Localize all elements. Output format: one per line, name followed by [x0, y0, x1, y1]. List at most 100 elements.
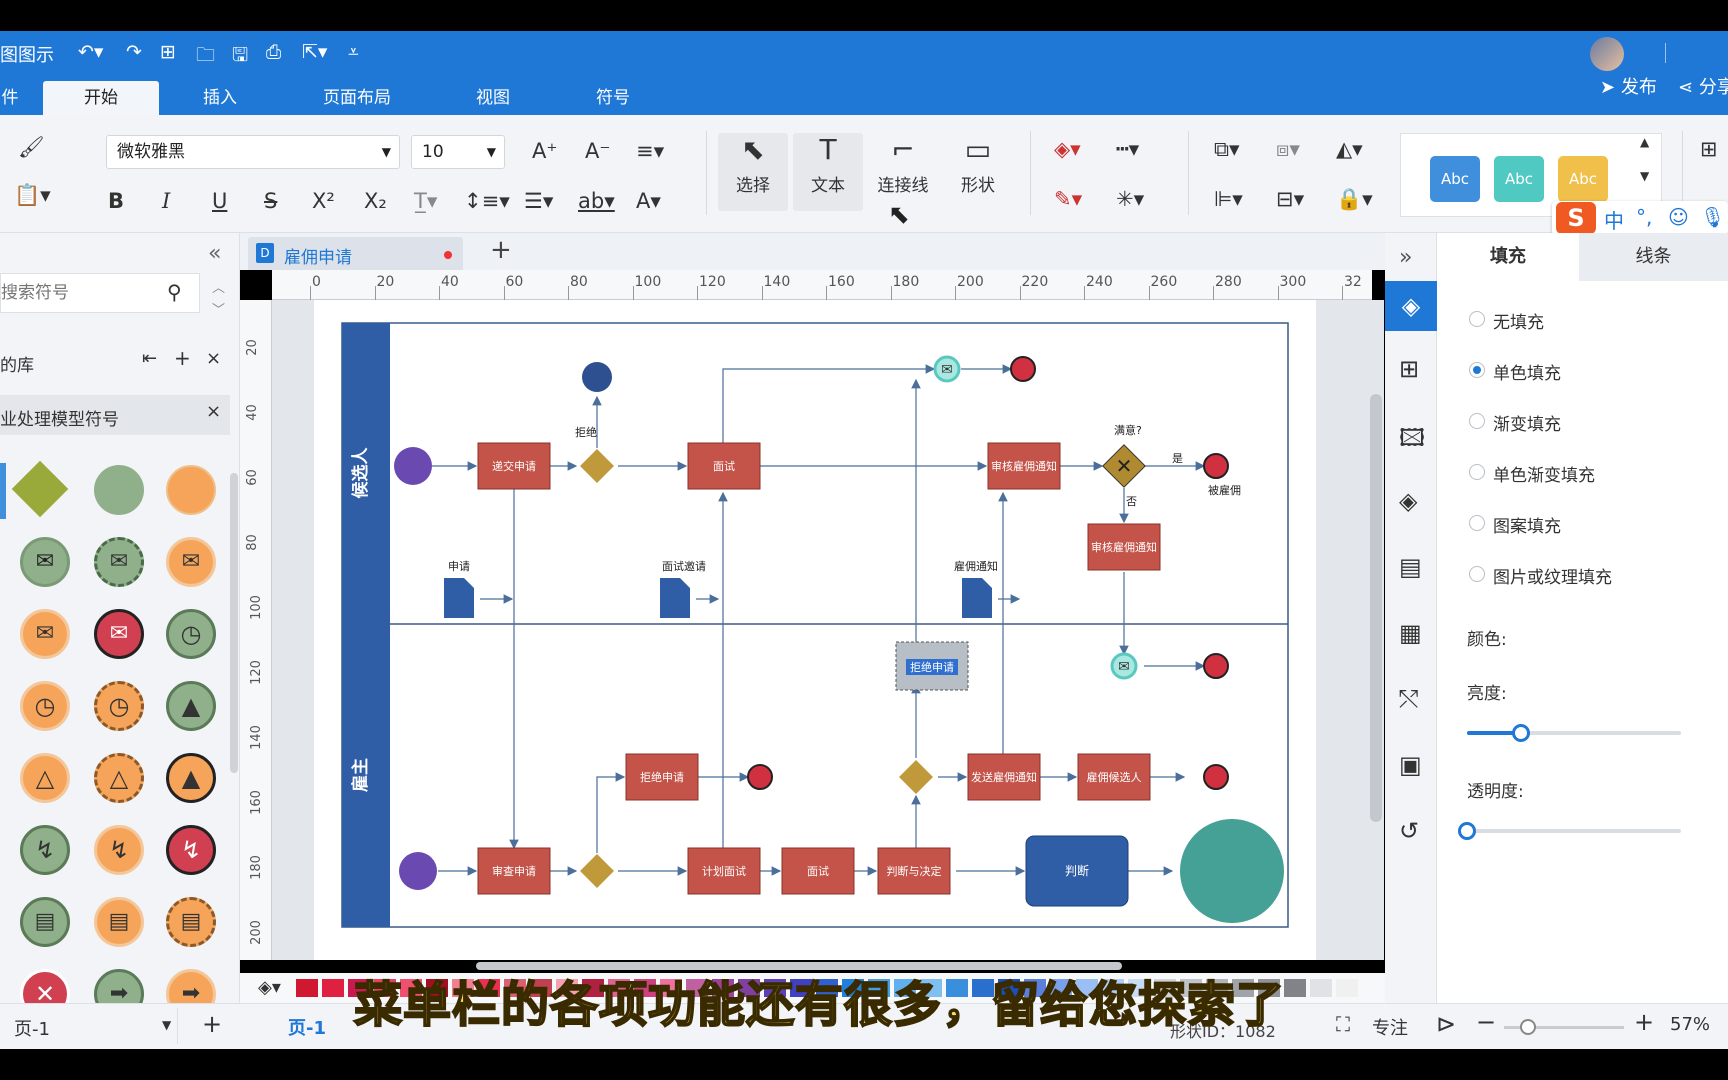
play-icon[interactable]: ⊳ — [1436, 1010, 1456, 1038]
line-spacing-icon[interactable]: ↕≡▾ — [464, 189, 510, 213]
scroll-down-icon[interactable]: ﹀ — [212, 299, 225, 318]
document-notice[interactable] — [962, 578, 992, 618]
strikethrough-icon[interactable]: S — [264, 189, 277, 213]
symbol-diamond-gateway[interactable] — [11, 460, 69, 518]
ime-emoji-icon[interactable]: ☺ — [1668, 205, 1689, 229]
import-library-icon[interactable]: ⇤ — [142, 348, 157, 369]
data-icon[interactable]: ▦ — [1399, 619, 1422, 647]
error-end-icon[interactable]: ↯ — [166, 825, 216, 875]
distribute-icon[interactable]: ⊟▾ — [1276, 187, 1304, 211]
align-icon[interactable]: ≡▾ — [636, 139, 664, 163]
task-plan-interview[interactable]: 计划面试 — [687, 847, 761, 895]
ime-mode-indicator[interactable]: 中 — [1604, 205, 1624, 234]
end-event[interactable] — [747, 764, 773, 790]
text-style-icon[interactable]: T̲▾ — [414, 189, 437, 213]
select-tool-button[interactable]: ⬉ 选择 — [718, 133, 788, 211]
mail-icon[interactable]: ✉ — [166, 537, 216, 587]
signal-icon[interactable]: △ — [20, 753, 70, 803]
flip-icon[interactable]: ◭▾ — [1336, 137, 1363, 161]
task-review-notice-2[interactable]: 审核雇佣通知 — [1087, 523, 1161, 571]
error-icon[interactable]: ↯ — [94, 825, 144, 875]
subscript-icon[interactable]: X₂ — [364, 189, 387, 213]
task-reject-selected[interactable]: 拒绝申请 — [895, 641, 969, 691]
page-select[interactable]: 页-1 ▼ — [0, 1008, 178, 1044]
task-judge[interactable]: 判断 — [1025, 835, 1129, 907]
gateway-diamond[interactable] — [580, 854, 614, 888]
page-icon[interactable]: ▤ — [1399, 553, 1422, 581]
fill-option-label[interactable]: 渐变填充 — [1493, 410, 1561, 435]
color-swatch[interactable] — [1310, 979, 1332, 997]
clock-icon[interactable]: ◷ — [94, 681, 144, 731]
fill-option-radio[interactable] — [1469, 413, 1485, 429]
italic-icon[interactable]: I — [162, 189, 170, 213]
new-icon[interactable]: ⊞ — [160, 41, 176, 63]
signal-filled-icon[interactable]: ▲ — [166, 753, 216, 803]
conditional-icon[interactable]: ▤ — [20, 897, 70, 947]
intermediate-event[interactable] — [582, 362, 612, 392]
add-page-icon[interactable]: + — [490, 235, 512, 265]
symbol-category-header[interactable]: 业处理模型符号 × — [0, 395, 230, 435]
scroll-up-icon[interactable]: ︿ — [212, 277, 225, 296]
tab-symbol[interactable]: 符号 — [576, 81, 650, 115]
mail-end-icon[interactable]: ✉ — [94, 609, 144, 659]
document-invite[interactable] — [660, 578, 690, 618]
panel-icon[interactable]: ⊞ — [1700, 137, 1718, 161]
close-category-icon[interactable]: × — [206, 401, 221, 422]
mail-filled-icon[interactable]: ✉ — [20, 609, 70, 659]
group-icon[interactable]: ⧈▾ — [1276, 137, 1300, 162]
left-panel-scrollbar[interactable] — [230, 473, 238, 773]
error-icon[interactable]: ↯ — [20, 825, 70, 875]
conditional-icon[interactable]: ▤ — [166, 897, 216, 947]
tab-home[interactable]: 开始 — [43, 81, 159, 115]
tab-view[interactable]: 视图 — [456, 81, 530, 115]
share-button[interactable]: ⋖ 分享 — [1678, 73, 1728, 99]
history-icon[interactable]: ↺ — [1399, 817, 1419, 845]
mail-icon[interactable]: ✉ — [20, 537, 70, 587]
clock-icon[interactable]: ◷ — [166, 609, 216, 659]
gallery-up-icon[interactable]: ▲ — [1640, 135, 1649, 149]
task-judge-decide[interactable]: 判断与决定 — [877, 847, 951, 895]
effects-icon[interactable]: ✳▾ — [1116, 187, 1144, 211]
symbol-search-input[interactable] — [1, 280, 151, 306]
signal-icon[interactable]: ▲ — [166, 681, 216, 731]
fill-color-icon[interactable]: ◈▾ — [1054, 137, 1081, 161]
task-interview-2[interactable]: 面试 — [781, 847, 855, 895]
image-icon[interactable]: 🖾 — [1399, 421, 1425, 462]
fill-option-radio[interactable] — [1469, 515, 1485, 531]
avatar[interactable] — [1590, 37, 1624, 71]
fill-option-radio[interactable] — [1469, 566, 1485, 582]
signal-icon[interactable]: △ — [94, 753, 144, 803]
expand-right-icon[interactable]: » — [1399, 245, 1412, 270]
task-submit-application[interactable]: 递交申请 — [477, 442, 551, 490]
start-event-employer[interactable] — [399, 852, 437, 890]
text-highlight-icon[interactable]: ab▾ — [578, 189, 615, 213]
search-icon[interactable]: ⚲ — [167, 280, 182, 304]
style-teal-button[interactable]: Abc — [1494, 156, 1544, 202]
task-send-notice[interactable]: 发送雇佣通知 — [967, 753, 1041, 801]
color-swatch[interactable] — [322, 979, 344, 997]
paint-bucket-icon[interactable]: ◈▾ — [258, 977, 281, 998]
format-painter-icon[interactable]: 🖌 — [18, 135, 45, 160]
shuffle-icon[interactable]: ⤲ — [1399, 685, 1418, 713]
font-color-icon[interactable]: A▾ — [636, 189, 661, 213]
add-library-icon[interactable]: + — [174, 346, 191, 370]
bold-icon[interactable]: B — [108, 189, 124, 213]
fill-option-radio[interactable] — [1469, 464, 1485, 480]
focus-label[interactable]: 专注 — [1372, 1014, 1408, 1040]
style-yellow-button[interactable]: Abc — [1558, 156, 1608, 202]
task-hire-candidate[interactable]: 雇佣候选人 — [1077, 753, 1151, 801]
end-event-hired[interactable] — [1203, 453, 1229, 479]
document-apply[interactable] — [444, 578, 474, 618]
start-event[interactable] — [394, 447, 432, 485]
focus-icon[interactable]: ⛶ — [1336, 1012, 1350, 1036]
tab-fill[interactable]: 填充 — [1437, 233, 1579, 281]
font-shrink-icon[interactable]: A⁻ — [585, 139, 610, 163]
fill-option-label[interactable]: 单色渐变填充 — [1493, 461, 1595, 486]
big-circle-shape[interactable] — [1180, 819, 1284, 923]
export-icon[interactable]: ⇱▾ — [302, 41, 327, 63]
zoom-in-icon[interactable]: + — [1634, 1008, 1654, 1036]
bpmn-diagram[interactable]: 候选人 雇主 ✉ ✉ ✕ 递交申请 面试 审核雇佣通知 审核雇佣通知 拒绝 满意… — [314, 300, 1316, 960]
mail-icon[interactable]: ✉ — [94, 537, 144, 587]
symbol-orange-circle[interactable] — [166, 465, 216, 515]
style-blue-button[interactable]: Abc — [1430, 156, 1480, 202]
